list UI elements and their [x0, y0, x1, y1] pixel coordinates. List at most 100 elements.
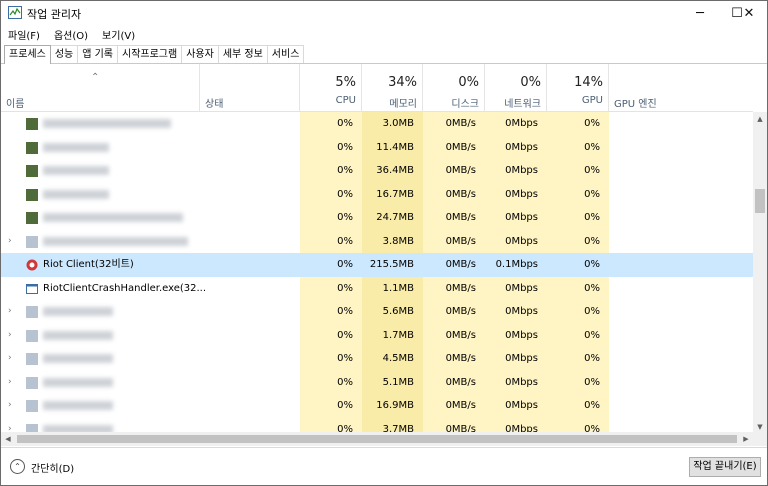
- sort-up-icon: ⌃: [91, 72, 100, 83]
- header-gpu-engine-label: GPU 엔진: [614, 99, 657, 110]
- column-header-gpu-engine[interactable]: GPU 엔진: [609, 64, 753, 111]
- tab-details[interactable]: 세부 정보: [217, 45, 268, 64]
- redacted-process-name: [43, 236, 188, 246]
- disk-value: 0MB/s: [423, 394, 485, 418]
- column-header-gpu[interactable]: 14% GPU: [547, 64, 609, 111]
- tab-app-history[interactable]: 앱 기록: [77, 45, 118, 64]
- scroll-right-icon[interactable]: ▶: [739, 432, 753, 446]
- window-title: 작업 관리자: [27, 8, 82, 21]
- redacted-process-name: [43, 307, 113, 316]
- disk-value: 0MB/s: [423, 229, 485, 253]
- column-header-status[interactable]: 상태: [200, 64, 300, 111]
- cpu-value: 0%: [300, 206, 362, 230]
- table-row[interactable]: › 0% 5.6MB 0MB/s 0Mbps 0%: [1, 300, 753, 324]
- fewer-details-link[interactable]: 간단히(D): [31, 460, 74, 475]
- cpu-value: 0%: [300, 112, 362, 136]
- table-row-selected[interactable]: Riot Client(32비트) 0% 215.5MB 0MB/s 0.1Mb…: [1, 253, 753, 277]
- table-row[interactable]: RiotClientCrashHandler.exe(32... 0% 1.1M…: [1, 276, 753, 300]
- horizontal-scroll-thumb[interactable]: [17, 435, 737, 443]
- header-network-pct: 0%: [520, 75, 541, 90]
- process-icon: [26, 400, 38, 412]
- redacted-process-name: [43, 213, 183, 222]
- cpu-value: 0%: [300, 253, 362, 277]
- expand-chevron-icon[interactable]: ›: [8, 371, 12, 394]
- expand-chevron-icon[interactable]: ›: [8, 230, 12, 253]
- column-header-name[interactable]: ⌃ 이름: [1, 64, 200, 111]
- memory-value: 215.5MB: [362, 253, 423, 277]
- cpu-value: 0%: [300, 347, 362, 371]
- gpu-value: 0%: [547, 370, 609, 394]
- table-row[interactable]: 0% 11.4MB 0MB/s 0Mbps 0%: [1, 135, 753, 159]
- redacted-process-name: [43, 189, 109, 199]
- close-button[interactable]: ✕: [726, 1, 768, 25]
- header-network-label: 네트워크: [504, 99, 541, 110]
- tab-startup[interactable]: 시작프로그램: [117, 45, 183, 64]
- network-value: 0Mbps: [485, 229, 547, 253]
- table-row[interactable]: › 0% 3.8MB 0MB/s 0Mbps 0%: [1, 229, 753, 253]
- table-row[interactable]: › 0% 5.1MB 0MB/s 0Mbps 0%: [1, 370, 753, 394]
- table-row[interactable]: › 0% 4.5MB 0MB/s 0Mbps 0%: [1, 347, 753, 371]
- disk-value: 0MB/s: [423, 276, 485, 300]
- table-row[interactable]: 0% 36.4MB 0MB/s 0Mbps 0%: [1, 159, 753, 183]
- expand-chevron-icon[interactable]: ›: [8, 324, 12, 347]
- redacted-process-name: [43, 330, 113, 340]
- memory-value: 24.7MB: [362, 206, 423, 230]
- task-manager-window: 작업 관리자 ─ ☐ ✕ 파일(F) 옵션(O) 보기(V) 프로세스 성능 앱…: [0, 0, 768, 486]
- network-value: 0Mbps: [485, 276, 547, 300]
- redacted-process-name: [43, 377, 113, 387]
- scroll-left-icon[interactable]: ◀: [1, 432, 15, 446]
- network-value: 0Mbps: [485, 300, 547, 324]
- menu-view[interactable]: 보기(V): [102, 27, 135, 42]
- vertical-scroll-thumb[interactable]: [755, 189, 765, 213]
- title-bar[interactable]: 작업 관리자 ─ ☐ ✕: [1, 1, 767, 25]
- cpu-value: 0%: [300, 135, 362, 159]
- task-manager-app-icon: [8, 6, 22, 19]
- expand-chevron-icon[interactable]: ›: [8, 300, 12, 323]
- column-header-cpu[interactable]: 5% CPU: [300, 64, 362, 111]
- column-header-disk[interactable]: 0% 디스크: [423, 64, 485, 111]
- footer-bar: ⌃ 간단히(D) 작업 끝내기(E): [1, 447, 767, 485]
- expand-chevron-icon[interactable]: ›: [8, 394, 12, 417]
- vertical-scrollbar[interactable]: ▲ ▼: [753, 112, 767, 434]
- network-value: 0Mbps: [485, 159, 547, 183]
- tab-processes[interactable]: 프로세스: [4, 45, 51, 64]
- gpu-value: 0%: [547, 347, 609, 371]
- menu-options[interactable]: 옵션(O): [54, 27, 88, 42]
- menu-file[interactable]: 파일(F): [8, 27, 40, 42]
- column-header-network[interactable]: 0% 네트워크: [485, 64, 547, 111]
- table-row[interactable]: › 0% 16.9MB 0MB/s 0Mbps 0%: [1, 394, 753, 418]
- riot-client-icon: [26, 259, 38, 271]
- tab-services[interactable]: 서비스: [266, 45, 305, 64]
- end-task-button[interactable]: 작업 끝내기(E): [689, 457, 761, 477]
- gpu-value: 0%: [547, 229, 609, 253]
- tab-users[interactable]: 사용자: [181, 45, 219, 64]
- memory-value: 5.6MB: [362, 300, 423, 324]
- cpu-value: 0%: [300, 159, 362, 183]
- disk-value: 0MB/s: [423, 182, 485, 206]
- table-row[interactable]: › 0% 1.7MB 0MB/s 0Mbps 0%: [1, 323, 753, 347]
- disk-value: 0MB/s: [423, 206, 485, 230]
- table-row[interactable]: 0% 16.7MB 0MB/s 0Mbps 0%: [1, 182, 753, 206]
- collapse-chevron-icon[interactable]: ⌃: [10, 459, 25, 474]
- expand-chevron-icon[interactable]: ›: [8, 347, 12, 370]
- scrollbar-corner: [753, 432, 767, 446]
- network-value: 0Mbps: [485, 182, 547, 206]
- process-icon: [26, 165, 38, 177]
- scroll-up-icon[interactable]: ▲: [753, 112, 767, 126]
- table-row[interactable]: 0% 3.0MB 0MB/s 0Mbps 0%: [1, 112, 753, 136]
- horizontal-scrollbar[interactable]: ◀ ▶: [1, 432, 753, 446]
- minimize-icon: ─: [696, 5, 704, 21]
- network-value: 0Mbps: [485, 135, 547, 159]
- table-row[interactable]: 0% 24.7MB 0MB/s 0Mbps 0%: [1, 206, 753, 230]
- memory-value: 3.8MB: [362, 229, 423, 253]
- header-memory-label: 메모리: [389, 99, 417, 110]
- gpu-value: 0%: [547, 323, 609, 347]
- disk-value: 0MB/s: [423, 253, 485, 277]
- gpu-value: 0%: [547, 253, 609, 277]
- disk-value: 0MB/s: [423, 159, 485, 183]
- column-header-memory[interactable]: 34% 메모리: [362, 64, 423, 111]
- network-value: 0Mbps: [485, 347, 547, 371]
- network-value: 0Mbps: [485, 394, 547, 418]
- process-icon: [26, 188, 38, 201]
- tab-performance[interactable]: 성능: [49, 45, 79, 64]
